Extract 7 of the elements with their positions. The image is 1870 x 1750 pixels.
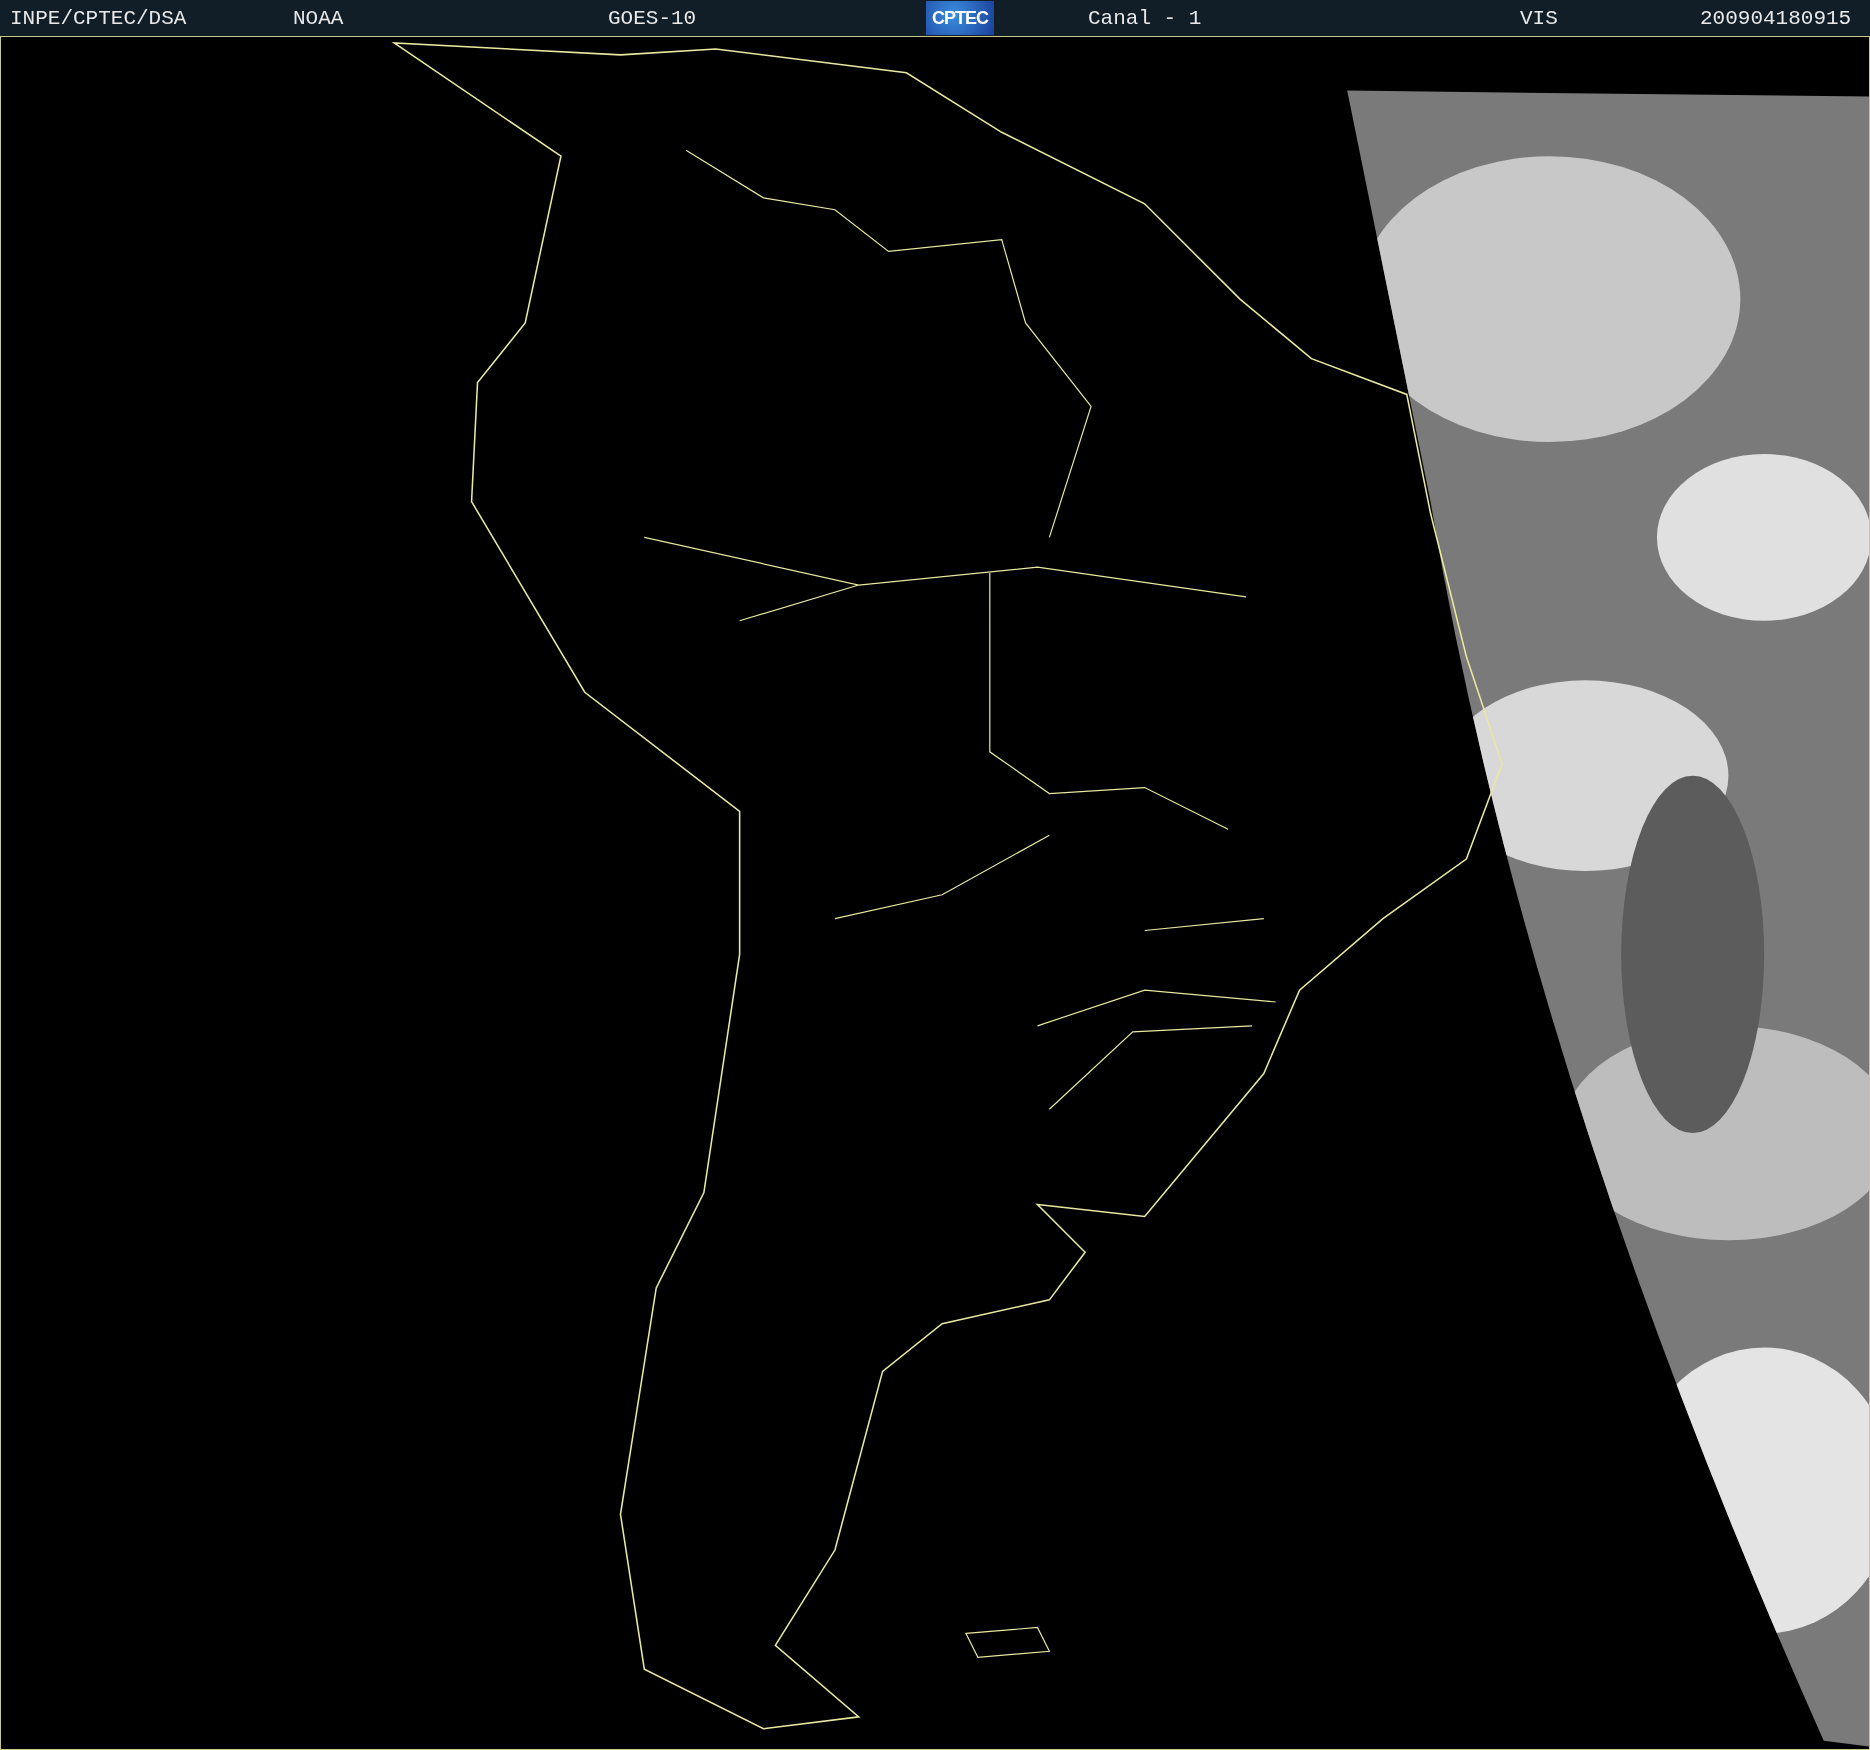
header-label: 200904180915 [1700,6,1852,30]
header-label: GOES-10 [608,6,697,30]
header-label: INPE/CPTEC/DSA [10,6,187,30]
header-label: NOAA [293,6,344,30]
header-label: VIS [1520,6,1558,30]
header-label: Canal - 1 [1088,6,1202,30]
agency-logo: CPTEC [926,1,994,35]
